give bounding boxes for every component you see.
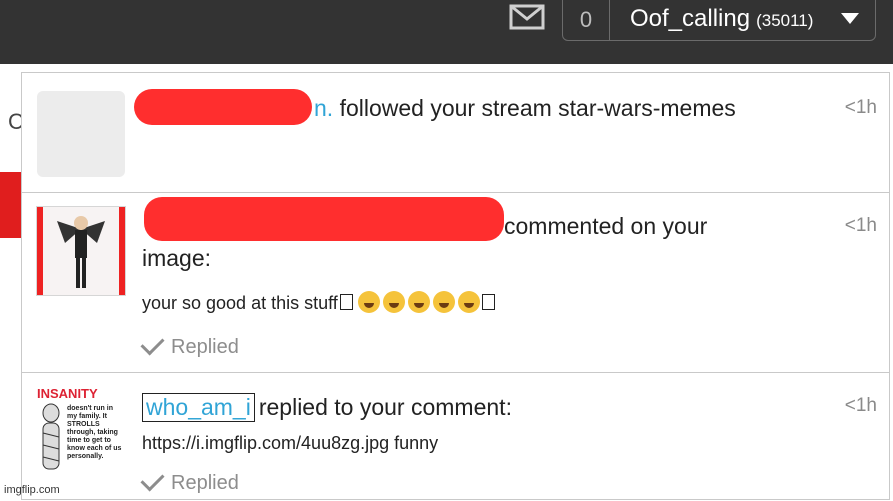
notification-count[interactable]: 0 <box>562 0 610 41</box>
replied-status[interactable]: Replied <box>140 467 239 495</box>
heart-eyes-emoji-icon <box>357 291 380 313</box>
envelope-icon[interactable] <box>507 2 547 32</box>
watermark: imgflip.com <box>4 484 60 496</box>
avatar-text: doesn't run in my family. It STROLLS thr… <box>67 405 122 460</box>
notification-item[interactable]: commented on your image: your so good at… <box>22 193 889 373</box>
user-avatar[interactable]: INSANITY doesn't run in my family. It ST… <box>37 387 125 475</box>
surprised-emoji-icon <box>457 291 480 313</box>
background-red-block <box>0 172 22 238</box>
notification-text: commented on your <box>504 213 708 239</box>
comment-text: your so good at this stuff <box>142 291 497 314</box>
notification-time: <1h <box>844 97 877 118</box>
grin-emoji-icon <box>382 291 405 313</box>
avatar-figure-icon <box>37 207 125 295</box>
chevron-down-icon <box>841 13 859 24</box>
astonished-emoji-icon <box>407 291 430 313</box>
notification-text: n. followed your stream star-wars-memes <box>314 95 736 121</box>
notification-item[interactable]: n. followed your stream star-wars-memes … <box>22 73 889 193</box>
user-avatar[interactable] <box>36 206 126 296</box>
notification-item[interactable]: INSANITY doesn't run in my family. It ST… <box>22 373 889 501</box>
missing-glyph-icon <box>481 294 495 310</box>
username: Oof_calling <box>630 5 751 32</box>
replied-status[interactable]: Replied <box>140 331 239 359</box>
redaction-mark <box>134 89 312 125</box>
comment-text: https://i.imgflip.com/4uu8zg.jpg funny <box>142 433 439 453</box>
user-points: (35011) <box>756 11 814 30</box>
notification-time: <1h <box>844 215 877 236</box>
user-link[interactable]: who_am_i <box>142 393 255 422</box>
notifications-dropdown: n. followed your stream star-wars-memes … <box>21 72 890 500</box>
top-bar: 0 Oof_calling (35011) <box>0 0 893 64</box>
user-menu-button[interactable]: Oof_calling (35011) <box>609 0 876 41</box>
check-icon <box>140 331 165 356</box>
notification-text: who_am_i replied to your comment: <box>142 393 512 422</box>
avatar-title: INSANITY <box>37 387 98 401</box>
notification-time: <1h <box>844 395 877 416</box>
notification-text-cont: image: <box>142 245 212 271</box>
user-avatar[interactable] <box>37 91 125 177</box>
redaction-mark <box>144 197 504 241</box>
mummy-figure-icon <box>42 403 60 470</box>
missing-glyph-icon <box>339 294 353 310</box>
check-icon <box>140 467 165 492</box>
kissing-emoji-icon <box>432 291 455 313</box>
user-link[interactable]: n. <box>314 95 333 121</box>
